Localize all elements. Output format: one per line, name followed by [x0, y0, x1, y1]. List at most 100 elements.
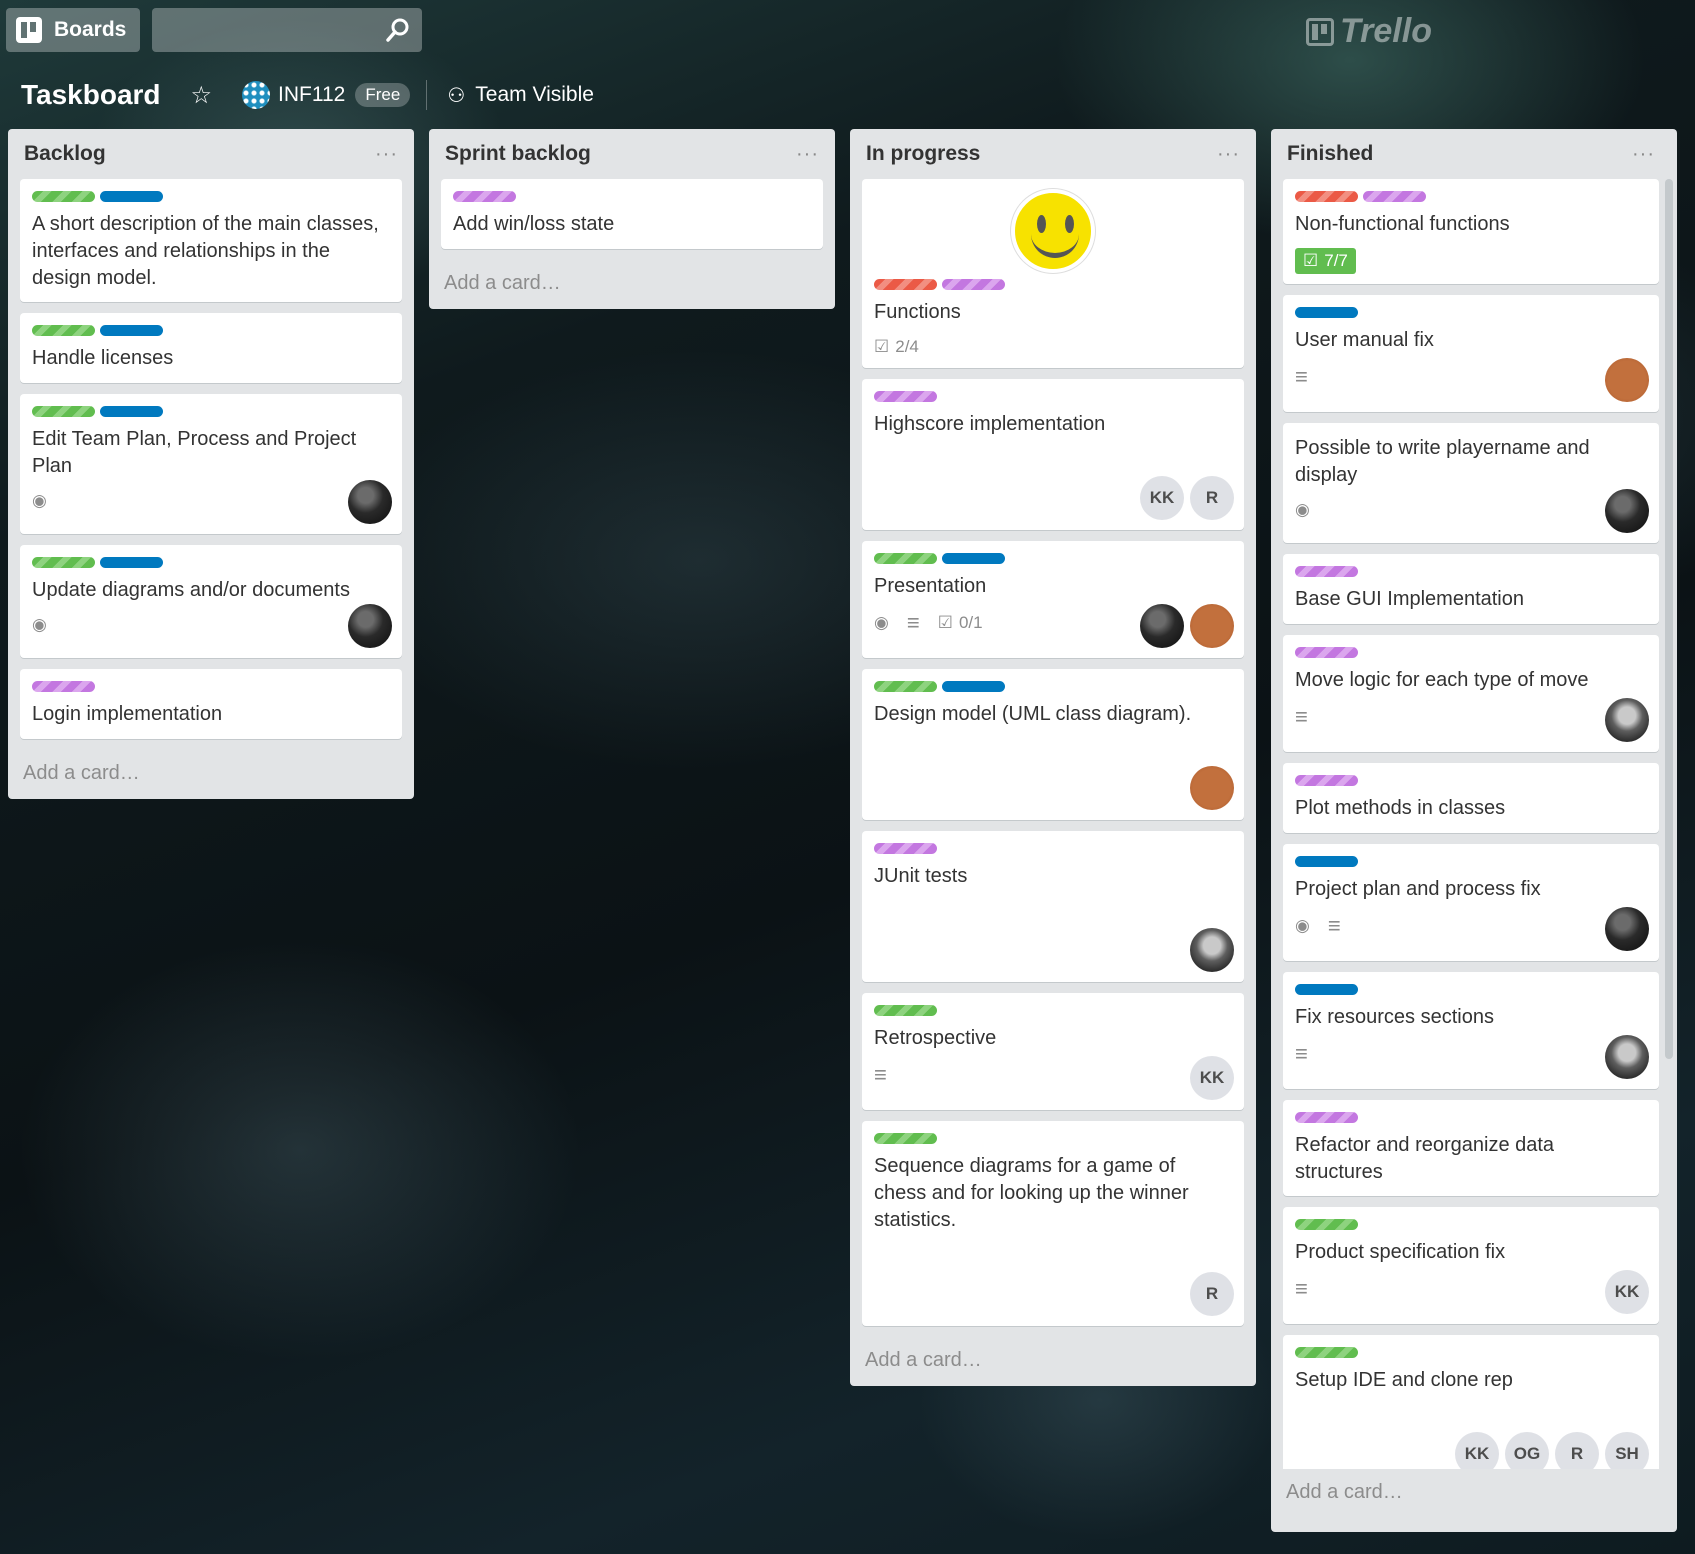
- avatar[interactable]: [348, 604, 392, 648]
- card[interactable]: Presentation ◉ ≡ ☑ 0/1: [862, 541, 1244, 658]
- avatar[interactable]: [1605, 489, 1649, 533]
- label-purple[interactable]: [874, 843, 937, 854]
- card[interactable]: Fix resources sections ≡: [1283, 972, 1659, 1089]
- add-card-button[interactable]: Add a card…: [1283, 1469, 1659, 1518]
- card[interactable]: Possible to write playername and display…: [1283, 423, 1659, 543]
- label-purple[interactable]: [1295, 1112, 1358, 1123]
- label-purple[interactable]: [1295, 647, 1358, 658]
- label-blue[interactable]: [942, 681, 1005, 692]
- list-title[interactable]: Backlog: [24, 142, 106, 166]
- card[interactable]: Project plan and process fix ◉ ≡: [1283, 844, 1659, 961]
- star-icon[interactable]: ☆: [191, 81, 213, 110]
- card[interactable]: Handle licenses: [20, 313, 402, 383]
- list-menu-icon[interactable]: ···: [1632, 143, 1655, 166]
- card-title: Setup IDE and clone rep: [1295, 1369, 1513, 1391]
- card[interactable]: Design model (UML class diagram).: [862, 669, 1244, 820]
- member-initials[interactable]: KK: [1605, 1270, 1649, 1314]
- list-title[interactable]: Finished: [1287, 142, 1373, 166]
- card[interactable]: User manual fix ≡: [1283, 295, 1659, 412]
- label-red[interactable]: [874, 279, 937, 290]
- label-blue[interactable]: [942, 553, 1005, 564]
- checklist-badge: ☑ 2/4: [874, 337, 919, 357]
- trello-logo[interactable]: Trello: [1306, 12, 1432, 51]
- member-initials[interactable]: KK: [1190, 1056, 1234, 1100]
- label-blue[interactable]: [100, 406, 163, 417]
- card[interactable]: Edit Team Plan, Process and Project Plan…: [20, 394, 402, 534]
- add-card-button[interactable]: Add a card…: [441, 260, 823, 309]
- label-purple[interactable]: [453, 191, 516, 202]
- label-green[interactable]: [1295, 1347, 1358, 1358]
- label-blue[interactable]: [100, 557, 163, 568]
- visibility-button[interactable]: ⚇ Team Visible: [447, 83, 594, 108]
- avatar[interactable]: [1605, 698, 1649, 742]
- label-purple[interactable]: [1363, 191, 1426, 202]
- card[interactable]: Plot methods in classes: [1283, 763, 1659, 833]
- label-purple[interactable]: [1295, 775, 1358, 786]
- card[interactable]: Functions ☑ 2/4: [862, 179, 1244, 368]
- add-card-button[interactable]: Add a card…: [862, 1337, 1244, 1386]
- member-initials[interactable]: R: [1190, 1272, 1234, 1316]
- card[interactable]: Move logic for each type of move ≡: [1283, 635, 1659, 752]
- card[interactable]: Retrospective ≡ KK: [862, 993, 1244, 1110]
- card[interactable]: Add win/loss state: [441, 179, 823, 249]
- member-initials[interactable]: R: [1555, 1432, 1599, 1469]
- card[interactable]: Sequence diagrams for a game of chess an…: [862, 1121, 1244, 1326]
- card-badges: ☑ 2/4: [874, 336, 1232, 358]
- card[interactable]: Non-functional functions ☑ 7/7: [1283, 179, 1659, 284]
- label-blue[interactable]: [100, 325, 163, 336]
- add-card-button[interactable]: Add a card…: [20, 750, 402, 799]
- label-green[interactable]: [32, 325, 95, 336]
- list-menu-icon[interactable]: ···: [375, 143, 398, 166]
- avatar[interactable]: [1190, 604, 1234, 648]
- avatar[interactable]: [1605, 907, 1649, 951]
- card[interactable]: Base GUI Implementation: [1283, 554, 1659, 624]
- label-green[interactable]: [874, 1133, 937, 1144]
- avatar[interactable]: [1605, 358, 1649, 402]
- card[interactable]: A short description of the main classes,…: [20, 179, 402, 302]
- search-input[interactable]: [152, 8, 422, 52]
- card[interactable]: Refactor and reorganize data structures: [1283, 1100, 1659, 1196]
- member-initials[interactable]: KK: [1140, 476, 1184, 520]
- board-title[interactable]: Taskboard: [21, 79, 161, 111]
- smiley-icon: [1011, 189, 1095, 273]
- label-purple[interactable]: [1295, 566, 1358, 577]
- label-green[interactable]: [32, 191, 95, 202]
- avatar[interactable]: [1190, 766, 1234, 810]
- list-menu-icon[interactable]: ···: [1217, 143, 1240, 166]
- label-green[interactable]: [32, 406, 95, 417]
- avatar[interactable]: [1140, 604, 1184, 648]
- label-blue[interactable]: [1295, 856, 1358, 867]
- member-initials[interactable]: SH: [1605, 1432, 1649, 1469]
- card[interactable]: Login implementation: [20, 669, 402, 739]
- list-title[interactable]: In progress: [866, 142, 980, 166]
- label-green[interactable]: [874, 1005, 937, 1016]
- label-green[interactable]: [874, 553, 937, 564]
- label-purple[interactable]: [942, 279, 1005, 290]
- team-button[interactable]: INF112 Free: [242, 81, 411, 109]
- card[interactable]: Highscore implementation KK R: [862, 379, 1244, 530]
- label-red[interactable]: [1295, 191, 1358, 202]
- label-purple[interactable]: [874, 391, 937, 402]
- avatar[interactable]: [1190, 928, 1234, 972]
- card[interactable]: JUnit tests: [862, 831, 1244, 982]
- list-title[interactable]: Sprint backlog: [445, 142, 591, 166]
- card[interactable]: Product specification fix ≡ KK: [1283, 1207, 1659, 1324]
- avatar[interactable]: [1605, 1035, 1649, 1079]
- card[interactable]: Setup IDE and clone rep KK OG R SH: [1283, 1335, 1659, 1469]
- avatar[interactable]: [348, 480, 392, 524]
- label-purple[interactable]: [32, 681, 95, 692]
- member-initials[interactable]: KK: [1455, 1432, 1499, 1469]
- label-blue[interactable]: [1295, 307, 1358, 318]
- card[interactable]: Update diagrams and/or documents ◉: [20, 545, 402, 658]
- list-menu-icon[interactable]: ···: [796, 143, 819, 166]
- member-initials[interactable]: R: [1190, 476, 1234, 520]
- member-initials[interactable]: OG: [1505, 1432, 1549, 1469]
- label-green[interactable]: [1295, 1219, 1358, 1230]
- label-blue[interactable]: [1295, 984, 1358, 995]
- label-blue[interactable]: [100, 191, 163, 202]
- search-icon[interactable]: [386, 18, 410, 42]
- label-green[interactable]: [32, 557, 95, 568]
- label-green[interactable]: [874, 681, 937, 692]
- list-scrollbar[interactable]: [1665, 179, 1673, 1059]
- boards-button[interactable]: Boards: [6, 8, 140, 52]
